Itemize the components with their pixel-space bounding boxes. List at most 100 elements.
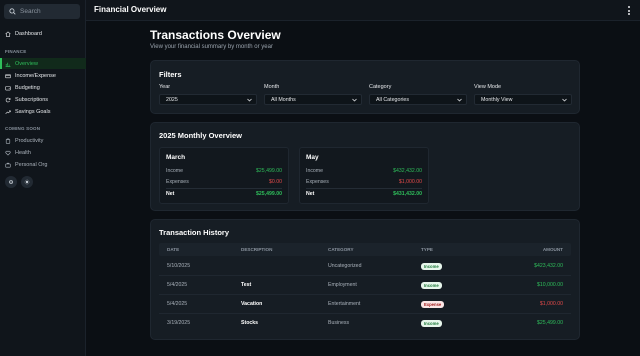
cell-category: Entertainment (328, 301, 361, 307)
sidebar-item-income-expense[interactable]: Income/Expense (0, 70, 86, 81)
card-icon (5, 73, 11, 78)
cell-amount: $25,499.00 (537, 320, 563, 326)
sidebar-item-label: Personal Org (15, 161, 48, 168)
column-header-date[interactable]: DATE (167, 247, 179, 252)
view-mode-label: View Mode (474, 84, 502, 90)
divider (166, 188, 282, 189)
expenses-row: Expenses $0.00 (166, 179, 282, 185)
column-header-category[interactable]: CATEGORY (328, 247, 354, 252)
income-value: $25,499.00 (256, 168, 282, 174)
net-row: Net $25,499.00 (166, 191, 282, 197)
top-bar: Financial Overview (86, 0, 640, 21)
month-summary-card: May Income $432,432.00 Expenses $1,000.0… (299, 147, 429, 204)
cell-category: Business (328, 320, 350, 326)
sidebar-item-label: Subscriptions (15, 96, 49, 103)
sidebar-item-overview[interactable]: Overview (0, 58, 86, 69)
expenses-value: $0.00 (269, 179, 282, 185)
page-subtitle: View your financial summary by month or … (150, 44, 273, 50)
income-label: Income (306, 168, 324, 174)
table-row[interactable]: 5/10/2025 Uncategorized Income $423,432.… (159, 257, 571, 276)
theme-button[interactable] (21, 176, 33, 188)
net-label: Net (306, 191, 315, 197)
sidebar-item-budgeting[interactable]: Budgeting (0, 82, 86, 93)
expenses-label: Expenses (306, 179, 329, 185)
sidebar-heading-finance: FINANCE (5, 49, 27, 54)
search-input[interactable]: Search (4, 4, 80, 19)
column-header-description[interactable]: DESCRIPTION (241, 247, 272, 252)
monthly-overview-card: 2025 Monthly Overview March Income $25,4… (150, 122, 580, 211)
sidebar-item-label: Dashboard (15, 30, 42, 37)
cell-date: 3/19/2025 (167, 320, 191, 326)
heart-icon (5, 150, 11, 156)
net-value: $25,499.00 (256, 191, 282, 197)
wallet-icon (5, 85, 11, 90)
refresh-icon (5, 97, 11, 102)
sidebar-item-dashboard[interactable]: Dashboard (0, 28, 86, 39)
expenses-label: Expenses (166, 179, 189, 185)
app-title: Financial Overview (94, 5, 167, 14)
more-options-icon[interactable] (627, 6, 630, 15)
income-label: Income (166, 168, 184, 174)
cell-date: 5/4/2025 (167, 282, 188, 288)
sidebar-item-health[interactable]: Health (0, 147, 86, 158)
cell-date: 5/4/2025 (167, 301, 188, 307)
home-icon (5, 31, 11, 37)
sidebar-item-label: Savings Goals (15, 108, 51, 115)
expenses-value: $1,000.00 (398, 179, 422, 185)
sidebar-item-label: Overview (15, 60, 38, 67)
cell-amount: $10,000.00 (537, 282, 563, 288)
month-name: May (306, 154, 319, 161)
sidebar-item-label: Health (15, 149, 31, 156)
sidebar-item-productivity[interactable]: Productivity (0, 135, 86, 146)
table-row[interactable]: 5/4/2025 Vacation Entertainment Expense … (159, 295, 571, 314)
type-badge: Income (421, 320, 442, 327)
cell-category: Uncategorized (328, 263, 362, 269)
expenses-row: Expenses $1,000.00 (306, 179, 422, 185)
cell-description: Vacation (241, 301, 263, 307)
chevron-down-icon (247, 98, 252, 102)
gear-icon (9, 180, 13, 184)
month-select[interactable]: All Months (264, 94, 362, 105)
month-value: All Months (271, 96, 296, 103)
category-value: All Categories (376, 96, 409, 103)
sidebar: Search Dashboard FINANCE Overview Income… (0, 0, 86, 356)
chevron-down-icon (457, 98, 462, 102)
search-placeholder: Search (20, 8, 41, 15)
chart-icon (5, 62, 11, 67)
column-header-amount[interactable]: AMOUNT (543, 247, 563, 252)
clipboard-icon (5, 138, 11, 144)
trend-up-icon (5, 110, 11, 114)
cell-category: Employment (328, 282, 357, 288)
sidebar-item-savings-goals[interactable]: Savings Goals (0, 106, 86, 117)
table-row[interactable]: 3/19/2025 Stocks Business Income $25,499… (159, 314, 571, 333)
view-mode-select[interactable]: Monthly View (474, 94, 572, 105)
net-value: $431,432.00 (393, 191, 422, 197)
type-badge: Income (421, 282, 442, 289)
sun-icon (24, 179, 30, 185)
category-select[interactable]: All Categories (369, 94, 467, 105)
table-row[interactable]: 5/4/2025 Test Employment Income $10,000.… (159, 276, 571, 295)
monthly-overview-title: 2025 Monthly Overview (159, 131, 242, 140)
transaction-history-title: Transaction History (159, 228, 230, 237)
sidebar-item-label: Income/Expense (15, 72, 56, 79)
cell-amount: $1,000.00 (539, 301, 563, 307)
sidebar-item-personal-org[interactable]: Personal Org (0, 159, 86, 170)
sidebar-heading-coming-soon: COMING SOON (5, 126, 41, 131)
month-summary-card: March Income $25,499.00 Expenses $0.00 N… (159, 147, 289, 204)
category-label: Category (369, 84, 392, 90)
filters-title: Filters (159, 70, 182, 79)
income-value: $432,432.00 (393, 168, 422, 174)
sidebar-item-label: Budgeting (15, 84, 40, 91)
type-badge: Expense (421, 301, 445, 308)
cell-amount: $423,432.00 (534, 263, 563, 269)
page-title: Transactions Overview (150, 28, 281, 42)
year-select[interactable]: 2025 (159, 94, 257, 105)
column-header-type[interactable]: TYPE (421, 247, 433, 252)
chevron-down-icon (352, 98, 357, 102)
briefcase-icon (5, 162, 11, 168)
settings-button[interactable] (5, 176, 17, 188)
filters-card: Filters Year 2025 Month All Months Categ… (150, 60, 580, 114)
type-badge: Income (421, 263, 442, 270)
search-icon (9, 8, 16, 15)
sidebar-item-subscriptions[interactable]: Subscriptions (0, 94, 86, 105)
